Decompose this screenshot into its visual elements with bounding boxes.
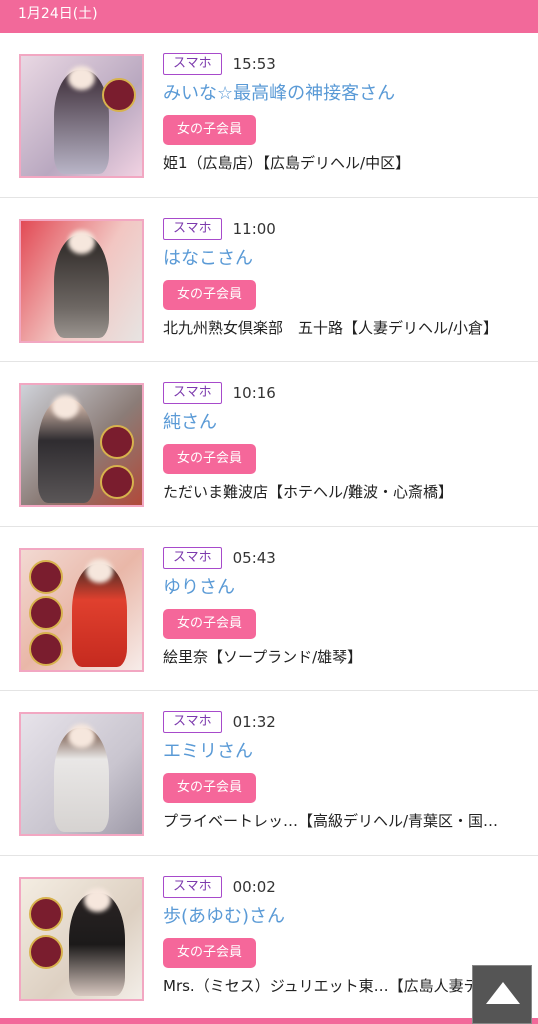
girl-name-link[interactable]: エミリさん bbox=[163, 740, 528, 764]
device-tag: スマホ bbox=[163, 546, 222, 569]
profile-photo[interactable] bbox=[19, 712, 144, 836]
shop-info[interactable]: Mrs.（ミセス）ジュリエット東…【広島人妻デ… bbox=[163, 975, 523, 996]
profile-photo[interactable] bbox=[19, 547, 144, 672]
list-item[interactable]: スマホ 10:16 純さん 女の子会員 ただいま難波店【ホテヘル/難波・心斎橋】 bbox=[0, 362, 538, 527]
profile-photo[interactable] bbox=[19, 876, 144, 1001]
post-time: 15:53 bbox=[232, 55, 276, 73]
shop-info[interactable]: 姫1（広島店）【広島デリヘル/中区】 bbox=[163, 152, 523, 173]
girl-name-link[interactable]: はなこさん bbox=[163, 247, 528, 271]
shop-info[interactable]: ただいま難波店【ホテヘル/難波・心斎橋】 bbox=[163, 481, 523, 502]
post-time: 10:16 bbox=[232, 384, 276, 402]
list-item[interactable]: スマホ 15:53 みいな☆最高峰の神接客さん 女の子会員 姫1（広島店）【広島… bbox=[0, 33, 538, 198]
scroll-to-top-button[interactable] bbox=[472, 965, 532, 1024]
profile-photo[interactable] bbox=[19, 383, 144, 507]
shop-info[interactable]: 絵里奈【ソープランド/雄琴】 bbox=[163, 646, 523, 667]
profile-photo[interactable] bbox=[19, 218, 144, 343]
shop-info[interactable]: プライベートレッ…【高級デリヘル/青葉区・国… bbox=[163, 810, 523, 831]
member-badge: 女の子会員 bbox=[163, 773, 256, 803]
post-time: 00:02 bbox=[232, 877, 276, 896]
device-tag: スマホ bbox=[163, 382, 222, 404]
device-tag: スマホ bbox=[163, 217, 222, 240]
girl-name-link[interactable]: 純さん bbox=[163, 411, 528, 435]
device-tag: スマホ bbox=[163, 711, 222, 733]
diary-list: スマホ 15:53 みいな☆最高峰の神接客さん 女の子会員 姫1（広島店）【広島… bbox=[0, 33, 538, 1020]
member-badge: 女の子会員 bbox=[163, 444, 256, 474]
date-header: 1月24日(土) bbox=[0, 0, 538, 33]
girl-name-link[interactable]: みいな☆最高峰の神接客さん bbox=[163, 82, 528, 106]
list-item[interactable]: スマホ 11:00 はなこさん 女の子会員 北九州熟女倶楽部 五十路【人妻デリヘ… bbox=[0, 198, 538, 362]
member-badge: 女の子会員 bbox=[163, 115, 256, 145]
post-time: 11:00 bbox=[232, 219, 276, 238]
girl-name-link[interactable]: ゆりさん bbox=[163, 576, 528, 600]
post-time: 05:43 bbox=[232, 548, 276, 567]
bottom-bar bbox=[0, 1018, 538, 1024]
up-triangle-icon bbox=[486, 982, 520, 1004]
shop-info[interactable]: 北九州熟女倶楽部 五十路【人妻デリヘル/小倉】 bbox=[163, 317, 523, 338]
member-badge: 女の子会員 bbox=[163, 279, 256, 310]
list-item[interactable]: スマホ 05:43 ゆりさん 女の子会員 絵里奈【ソープランド/雄琴】 bbox=[0, 527, 538, 691]
profile-photo[interactable] bbox=[19, 54, 144, 178]
list-item[interactable]: スマホ 01:32 エミリさん 女の子会員 プライベートレッ…【高級デリヘル/青… bbox=[0, 691, 538, 856]
device-tag: スマホ bbox=[163, 53, 222, 75]
member-badge: 女の子会員 bbox=[163, 608, 256, 639]
member-badge: 女の子会員 bbox=[163, 937, 256, 968]
post-time: 01:32 bbox=[232, 713, 276, 731]
girl-name-link[interactable]: 歩(あゆむ)さん bbox=[163, 905, 528, 929]
date-label: 1月24日(土) bbox=[18, 6, 98, 22]
device-tag: スマホ bbox=[163, 875, 222, 898]
list-item[interactable]: スマホ 00:02 歩(あゆむ)さん 女の子会員 Mrs.（ミセス）ジュリエット… bbox=[0, 856, 538, 1020]
